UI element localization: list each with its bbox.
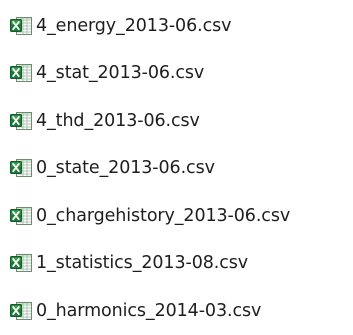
file-item-0-chargehistory[interactable]: 0_chargehistory_2013-06.csv <box>8 192 353 240</box>
file-item-4-thd[interactable]: 4_thd_2013-06.csv <box>8 97 353 145</box>
file-name: 0_state_2013-06.csv <box>36 158 215 179</box>
file-name: 0_chargehistory_2013-06.csv <box>36 205 291 226</box>
file-name: 1_statistics_2013-08.csv <box>36 253 249 274</box>
excel-csv-file-icon <box>8 108 34 134</box>
file-item-1-statistics[interactable]: 1_statistics_2013-08.csv <box>8 240 353 288</box>
file-item-0-state[interactable]: 0_state_2013-06.csv <box>8 145 353 193</box>
excel-csv-file-icon <box>8 155 34 181</box>
excel-csv-file-icon <box>8 250 34 276</box>
file-name: 4_energy_2013-06.csv <box>36 15 232 36</box>
excel-csv-file-icon <box>8 203 34 229</box>
file-name: 4_thd_2013-06.csv <box>36 110 200 131</box>
excel-csv-file-icon <box>8 13 34 39</box>
file-list: 4_energy_2013-06.csv 4_stat_2013-06.csv … <box>8 2 353 335</box>
file-item-0-harmonics[interactable]: 0_harmonics_2014-03.csv <box>8 287 353 335</box>
file-item-4-energy[interactable]: 4_energy_2013-06.csv <box>8 2 353 50</box>
excel-csv-file-icon <box>8 60 34 86</box>
file-item-4-stat[interactable]: 4_stat_2013-06.csv <box>8 50 353 98</box>
excel-csv-file-icon <box>8 298 34 324</box>
file-name: 4_stat_2013-06.csv <box>36 63 205 84</box>
file-name: 0_harmonics_2014-03.csv <box>36 300 262 321</box>
